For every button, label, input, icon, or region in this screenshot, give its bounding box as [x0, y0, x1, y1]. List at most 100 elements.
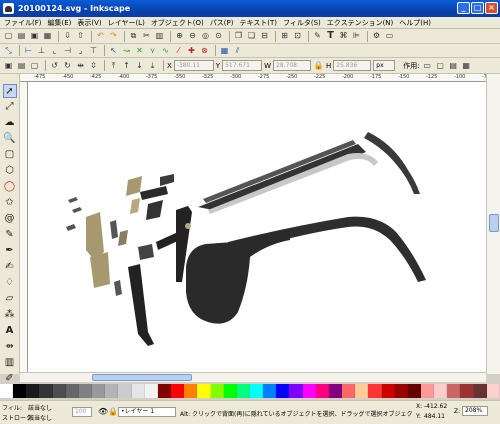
spiral-tool-icon[interactable]: @: [3, 212, 17, 226]
snap-bbox-center-icon[interactable]: ⌟: [75, 45, 86, 56]
menu-layer[interactable]: レイヤー(L): [108, 18, 145, 28]
lower-to-bottom-icon[interactable]: ⤓: [147, 60, 158, 71]
snap-paths-icon[interactable]: ↝: [121, 45, 132, 56]
duplicate-icon[interactable]: ❐: [233, 31, 244, 42]
snap-midpoints-icon[interactable]: ⁄: [173, 45, 184, 56]
vertical-scrollbar-thumb[interactable]: [489, 214, 499, 232]
cut-icon[interactable]: ✂: [141, 31, 152, 42]
color-swatch[interactable]: [381, 384, 395, 398]
ungroup-icon[interactable]: ⊡: [292, 31, 303, 42]
select-all-layers-icon[interactable]: ▤: [16, 60, 27, 71]
y-field[interactable]: 517.671: [222, 60, 263, 71]
color-swatch[interactable]: [0, 384, 14, 398]
rotate-ccw-icon[interactable]: ↺: [49, 60, 60, 71]
snap-smooth-nodes-icon[interactable]: ∿: [160, 45, 171, 56]
text-font-icon[interactable]: T: [325, 31, 336, 42]
zoom-field[interactable]: 208%: [462, 406, 488, 416]
color-swatch[interactable]: [118, 384, 132, 398]
select-all-icon[interactable]: ▣: [3, 60, 14, 71]
color-swatch[interactable]: [447, 384, 461, 398]
color-swatch[interactable]: [26, 384, 40, 398]
deselect-icon[interactable]: ▢: [29, 60, 40, 71]
snap-grid-icon[interactable]: ▦: [219, 45, 230, 56]
snap-bbox-corner-icon[interactable]: ⌞: [49, 45, 60, 56]
tweak-tool-icon[interactable]: ☁: [3, 116, 17, 130]
selector-tool-icon[interactable]: ➚: [2, 84, 17, 98]
scale-stroke-icon[interactable]: ▭: [422, 60, 433, 71]
paste-icon[interactable]: ▥: [154, 31, 165, 42]
node-tool-icon[interactable]: ⤢: [3, 100, 17, 114]
color-swatch[interactable]: [249, 384, 264, 398]
snap-intersections-icon[interactable]: ✕: [134, 45, 145, 56]
zoom-width-icon[interactable]: ⊙: [213, 31, 224, 42]
lower-icon[interactable]: ↓: [134, 60, 145, 71]
horizontal-scrollbar-thumb[interactable]: [92, 374, 192, 381]
color-swatch[interactable]: [263, 384, 277, 398]
rotate-cw-icon[interactable]: ↻: [62, 60, 73, 71]
color-swatch[interactable]: [92, 384, 106, 398]
color-swatch[interactable]: [223, 384, 237, 398]
preferences-icon[interactable]: ⚙: [371, 31, 382, 42]
paint-bucket-tool-icon[interactable]: ♢: [3, 276, 17, 290]
new-document-icon[interactable]: ▢: [3, 31, 14, 42]
zoom-drawing-icon[interactable]: ⊖: [187, 31, 198, 42]
x-field[interactable]: -380.11: [173, 60, 214, 71]
color-swatch[interactable]: [276, 384, 290, 398]
color-swatch[interactable]: [342, 384, 356, 398]
color-swatch[interactable]: [460, 384, 474, 398]
color-swatch[interactable]: [302, 384, 316, 398]
menu-edit[interactable]: 編集(E): [48, 18, 72, 28]
gradient-tool-icon[interactable]: ▥: [3, 356, 17, 370]
color-swatch[interactable]: [197, 384, 211, 398]
layer-select[interactable]: •レイヤー 1: [118, 407, 176, 417]
color-swatch[interactable]: [105, 384, 119, 398]
zoom-selection-icon[interactable]: ⊕: [174, 31, 185, 42]
color-swatch[interactable]: [368, 384, 382, 398]
color-swatch[interactable]: [184, 384, 198, 398]
document-properties-icon[interactable]: ▭: [384, 31, 395, 42]
color-swatch[interactable]: [171, 384, 185, 398]
snap-rotation-center-icon[interactable]: ⊗: [199, 45, 210, 56]
snap-bbox-edge-icon[interactable]: ⊥: [36, 45, 47, 56]
color-swatch[interactable]: [52, 384, 66, 398]
ellipse-tool-icon[interactable]: ◯: [3, 180, 17, 194]
snap-bbox-icon[interactable]: ⊢: [23, 45, 34, 56]
color-swatch[interactable]: [39, 384, 53, 398]
snap-bbox-midpoint-icon[interactable]: ⊣: [62, 45, 73, 56]
print-icon[interactable]: ▦: [42, 31, 53, 42]
color-swatch[interactable]: [394, 384, 408, 398]
color-swatch[interactable]: [13, 384, 27, 398]
maximize-button[interactable]: □: [471, 2, 484, 14]
snap-page-border-icon[interactable]: ⊤: [88, 45, 99, 56]
menu-path[interactable]: パス(P): [210, 18, 234, 28]
scale-corners-icon[interactable]: ▢: [435, 60, 446, 71]
flip-vertical-icon[interactable]: ⇳: [88, 60, 99, 71]
import-icon[interactable]: ⇩: [62, 31, 73, 42]
clone-icon[interactable]: ❏: [246, 31, 257, 42]
horizontal-scrollbar[interactable]: [20, 372, 486, 382]
color-swatch[interactable]: [407, 384, 421, 398]
lock-icon[interactable]: 🔒: [108, 407, 118, 416]
color-swatch[interactable]: [131, 384, 145, 398]
minimize-button[interactable]: _: [457, 2, 470, 14]
menu-view[interactable]: 表示(V): [77, 18, 101, 28]
artwork[interactable]: [28, 82, 486, 372]
eye-icon[interactable]: 👁: [98, 407, 108, 416]
open-icon[interactable]: ▤: [16, 31, 27, 42]
group-icon[interactable]: ⊞: [279, 31, 290, 42]
menu-object[interactable]: オブジェクト(O): [151, 18, 204, 28]
unlink-clone-icon[interactable]: ⊟: [259, 31, 270, 42]
vertical-scrollbar[interactable]: [486, 74, 500, 374]
stroke-value[interactable]: 該当なし: [28, 413, 52, 422]
color-swatch[interactable]: [421, 384, 435, 398]
menu-help[interactable]: ヘルプ(H): [399, 18, 431, 28]
snap-nodes-icon[interactable]: ↖: [108, 45, 119, 56]
menu-file[interactable]: ファイル(F): [4, 18, 42, 28]
calligraphy-tool-icon[interactable]: ✍: [3, 260, 17, 274]
3d-box-tool-icon[interactable]: ⬡: [3, 164, 17, 178]
connector-tool-icon[interactable]: ⇴: [3, 340, 17, 354]
xml-editor-icon[interactable]: ⌘: [338, 31, 349, 42]
snap-enable-icon[interactable]: ⤡: [3, 45, 14, 56]
menu-filters[interactable]: フィルタ(S): [283, 18, 321, 28]
lock-ratio-icon[interactable]: 🔒: [313, 60, 324, 71]
